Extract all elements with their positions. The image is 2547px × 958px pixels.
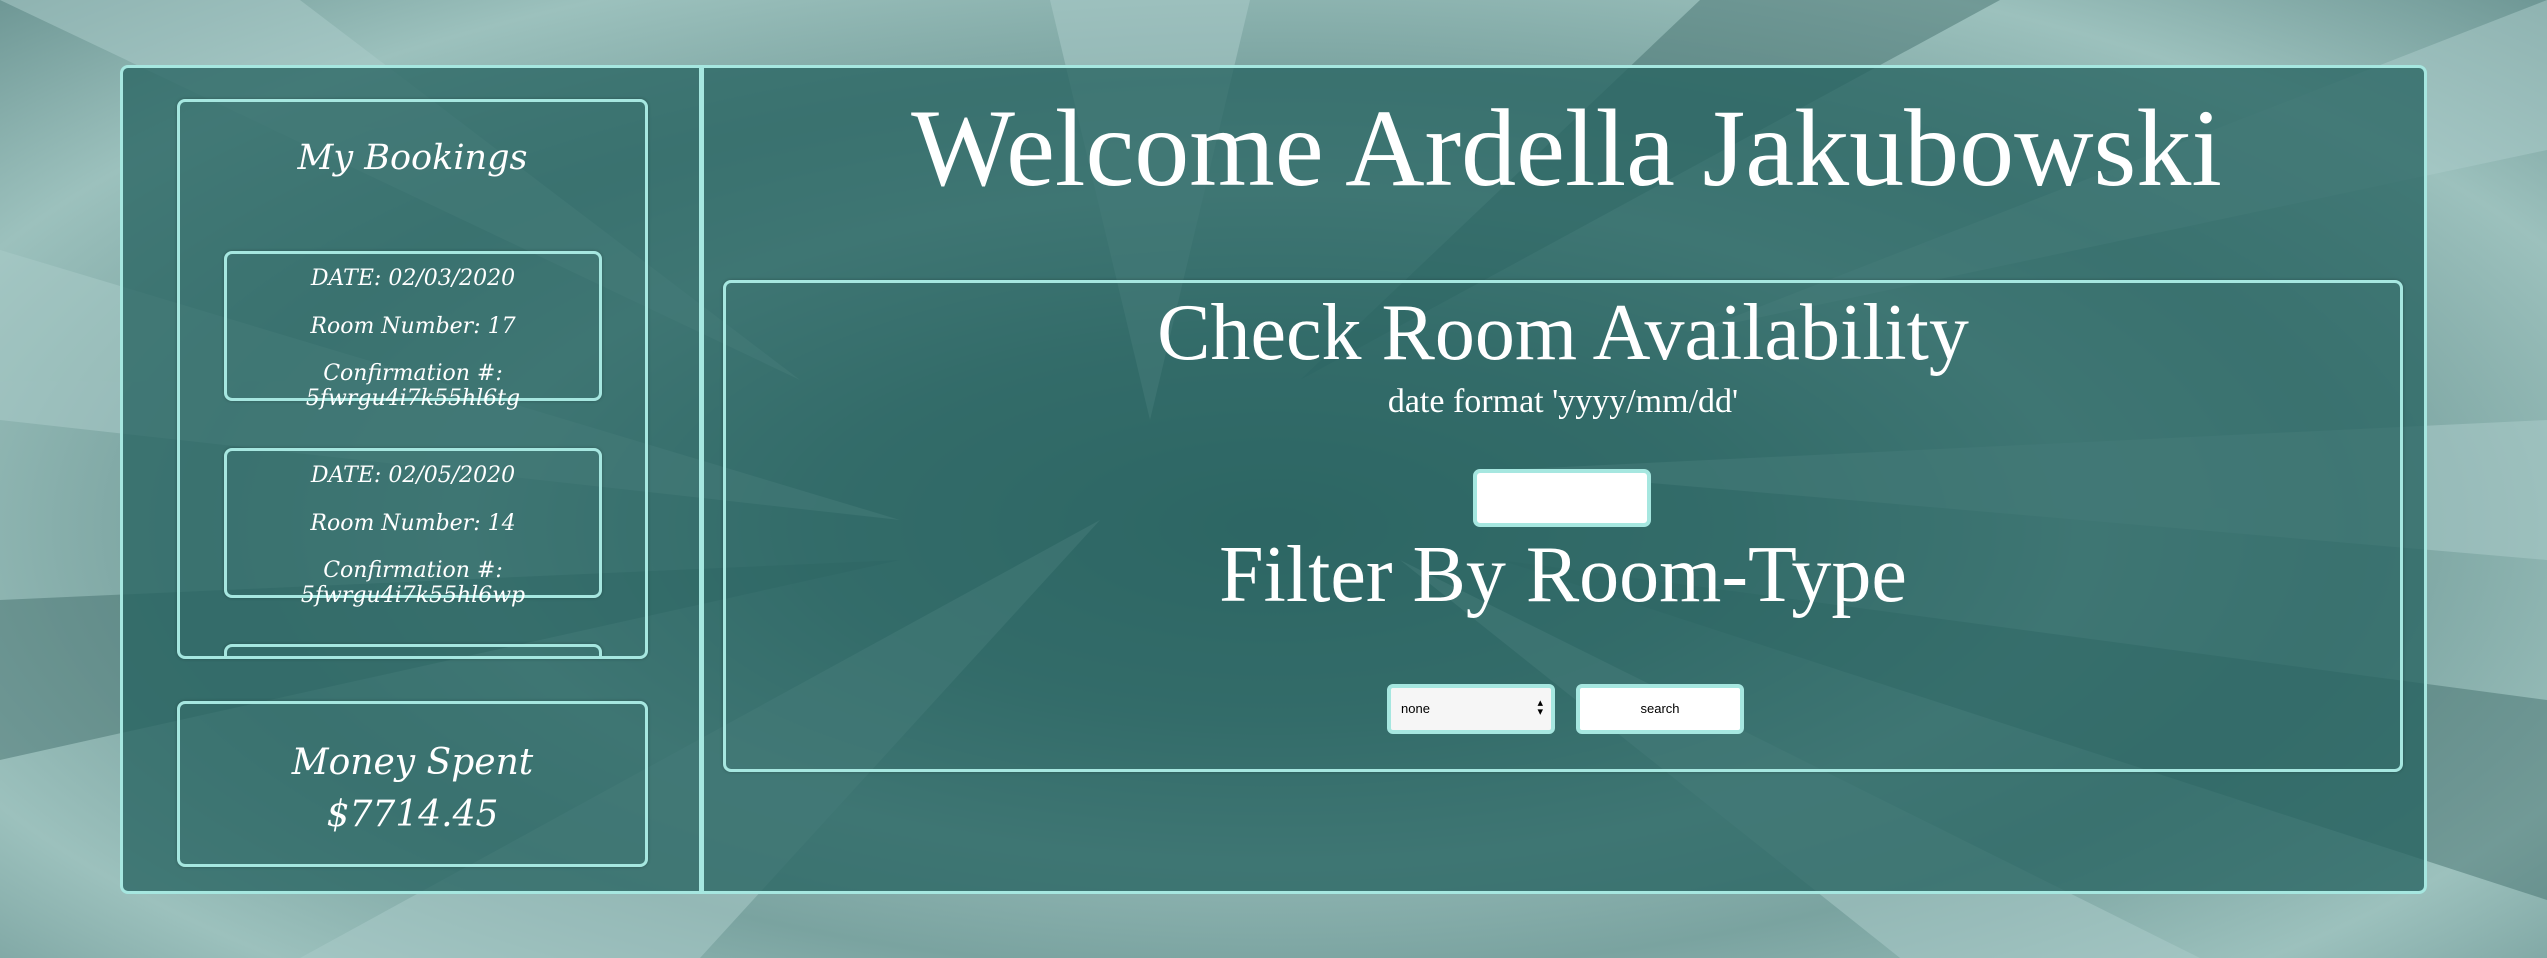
money-spent-value: $7714.45 [326,794,499,835]
bookings-panel[interactable]: My Bookings DATE: 02/03/2020 Room Number… [177,99,648,659]
money-spent-panel: Money Spent $7714.45 [177,701,648,867]
date-format-hint: date format 'yyyy/mm/dd' [1387,383,1739,420]
booking-confirmation: Confirmation #: 5fwrgu4i7k55hl6wp [300,558,526,608]
date-input[interactable] [1473,469,1651,527]
booking-room: Room Number: 17 [310,314,516,339]
filter-title: Filter By Room-Type [1219,531,1907,619]
booking-card[interactable]: DATE: 02/03/2020 Room Number: 17 Confirm… [224,251,602,411]
room-type-select[interactable]: none ▴ ▾ [1387,684,1555,734]
select-arrows-icon: ▴ ▾ [1537,697,1543,718]
main-panel: My Bookings DATE: 02/03/2020 Room Number… [120,65,2427,894]
availability-title: Check Room Availability [1157,289,1969,377]
bookings-title: My Bookings [297,138,528,178]
booking-card[interactable]: DATE: 02/05/2020 Room Number: 14 Confirm… [224,448,602,608]
room-type-selected: none [1401,701,1430,716]
availability-panel: Check Room Availability date format 'yyy… [723,280,2403,772]
booking-room: Room Number: 14 [310,511,516,536]
welcome-heading: Welcome Ardella Jakubowski [911,87,2222,209]
booking-confirmation: Confirmation #: 5fwrgu4i7k55hl6tg [305,361,521,411]
booking-date: DATE: 02/03/2020 [310,266,516,291]
booking-date: DATE: 02/05/2020 [310,463,516,488]
booking-card-partial[interactable] [224,644,602,656]
money-spent-label: Money Spent [291,742,534,783]
search-button[interactable]: search [1576,684,1744,734]
